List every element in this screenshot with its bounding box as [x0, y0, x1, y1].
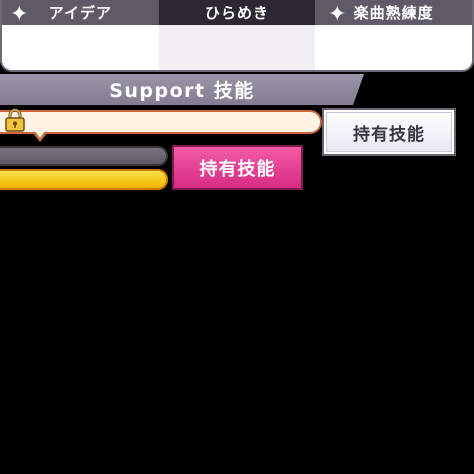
tab-bar: アイデア ひらめき 楽曲熟練度	[2, 0, 472, 25]
skill-level-track	[0, 146, 168, 166]
sparkle-icon: ✦	[328, 2, 347, 27]
support-skill-title: Support 技能	[109, 80, 255, 102]
owned-skills-button-secondary[interactable]: 持有技能	[322, 108, 456, 156]
tab-panel: アイデア ひらめき 楽曲熟練度	[0, 0, 474, 72]
tab-content-idea	[2, 25, 159, 70]
bubble-tail-fill	[35, 131, 45, 138]
support-skill-banner: Support 技能	[0, 74, 364, 105]
tab-content-song-proficiency	[315, 25, 472, 70]
tab-content-inspiration	[158, 25, 316, 70]
sparkle-icon: ✦	[10, 2, 29, 27]
lock-icon	[5, 108, 25, 132]
screen: アイデア ひらめき 楽曲熟練度 Support 技能 ✦ ✦ 持有技能 持有技能	[0, 0, 474, 474]
skill-description-bubble	[0, 110, 322, 134]
tab-content	[2, 25, 472, 70]
tab-inspiration[interactable]: ひらめき	[158, 0, 316, 25]
skill-progress-bar	[0, 169, 168, 190]
owned-skills-button-primary[interactable]: 持有技能	[172, 145, 303, 190]
